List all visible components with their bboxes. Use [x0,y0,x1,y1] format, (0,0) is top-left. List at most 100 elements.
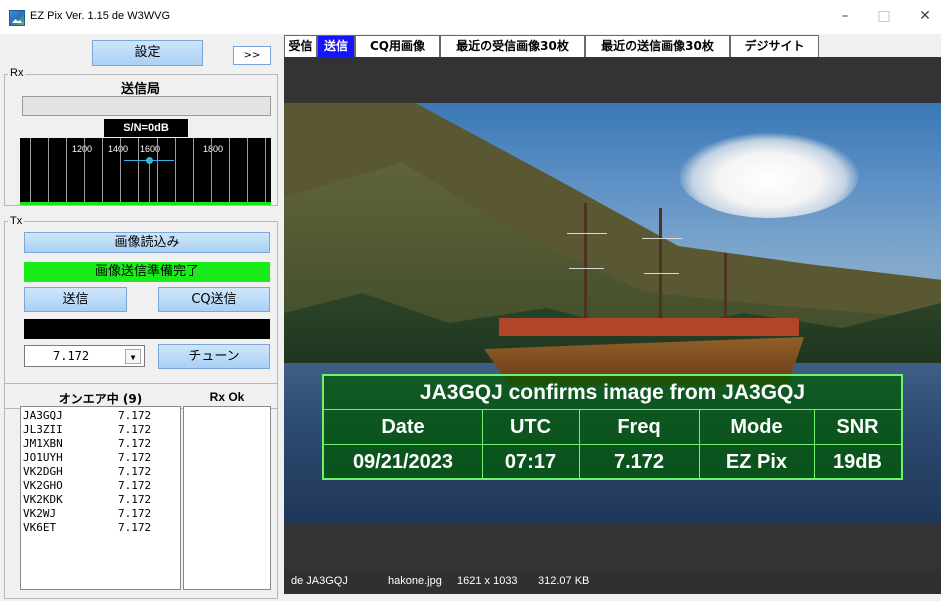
photo-cloud [679,133,859,218]
qsl-header-snr: SNR [836,416,879,438]
cq-send-button[interactable]: CQ送信 [158,287,270,312]
list-item[interactable]: VK2GHO 7.172 [23,479,173,493]
ship-yard [644,273,679,274]
list-item[interactable]: VK2KDK 7.172 [23,493,173,507]
station-frequency: 7.172 [118,409,152,422]
frequency-select[interactable]: 7.172 ▼ [24,345,145,367]
spectrum-gridline [211,138,212,204]
spectrum-gridline [120,138,121,204]
spectrum-marker-dot[interactable] [146,157,153,164]
station-callsign: JO1UYH [23,451,63,464]
ship-deck [499,318,799,336]
qsl-header-date: Date [381,416,425,438]
ship-yard [567,233,607,234]
spectrum-center-marker [149,160,150,204]
close-button[interactable]: ✕ [912,6,938,26]
qsl-header-freq: Freq [617,416,661,438]
expand-button[interactable]: >> [233,46,271,65]
left-panel: 設定 >> Rx 送信局 S/N=0dB 1200 1400 1600 1800 [0,34,281,601]
spectrum-gridline [157,138,158,204]
list-item[interactable]: VK2WJ 7.172 [23,507,173,521]
tab-recent-sent[interactable]: 最近の送信画像30枚 [585,35,730,57]
spectrum-tick-label: 1400 [108,144,129,154]
spectrum-gridline [193,138,194,204]
station-callsign: VK2KDK [23,493,63,506]
spectrum-gridline [229,138,230,204]
qsl-value-freq: 7.172 [613,451,665,473]
spectrum-gridline [247,138,248,204]
station-callsign: VK2WJ [23,507,57,520]
station-callsign: JA3GQJ [23,409,63,422]
qsl-title: JA3GQJ confirms image from JA3GQJ [419,381,806,404]
list-item[interactable]: VK2DGH 7.172 [23,465,173,479]
settings-button[interactable]: 設定 [92,40,203,66]
maximize-button[interactable]: □ [871,6,897,26]
station-frequency: 7.172 [118,479,152,492]
spectrum-gridline [265,138,266,204]
tx-progress-bar [24,319,270,339]
station-callsign: JL3ZII [23,423,63,436]
load-image-button[interactable]: 画像読込み [24,232,270,253]
spectrum-gridline [138,138,139,204]
status-callsign: de JA3GQJ [291,575,348,587]
status-filename: hakone.jpg [388,575,442,587]
list-item[interactable]: JA3GQJ 7.172 [23,409,173,423]
tab-digisite[interactable]: デジサイト [730,35,819,57]
qsl-value-date: 09/21/2023 [352,451,454,473]
spectrum-gridline [48,138,49,204]
station-frequency: 7.172 [118,465,152,478]
station-callsign: VK2GHO [23,479,63,492]
station-frequency: 7.172 [118,521,152,534]
minimize-button[interactable]: – [832,6,858,26]
status-dimensions: 1621 x 1033 [457,575,518,587]
onair-list[interactable]: JA3GQJ 7.172 JL3ZII 7.172 JM1XBN 7.172 JO1U… [20,406,181,590]
list-item[interactable]: VK6ET 7.172 [23,521,173,535]
station-frequency: 7.172 [118,437,152,450]
window-title: EZ Pix Ver. 1.15 de W3WVG [30,10,170,22]
ship-mast [584,203,587,328]
spectrum-baseline [20,202,271,205]
spectrum-gridline [30,138,31,204]
app-window: EZ Pix Ver. 1.15 de W3WVG – □ ✕ 設定 >> Rx… [0,0,941,601]
spectrum-gridline [175,138,176,204]
rxok-header: Rx Ok [209,390,245,404]
station-frequency: 7.172 [118,493,152,506]
qsl-value-mode: EZ Pix [725,451,788,473]
list-item[interactable]: JO1UYH 7.172 [23,451,173,465]
chevron-down-icon[interactable]: ▼ [125,349,141,364]
status-filesize: 312.07 KB [538,575,590,587]
list-item[interactable]: JM1XBN 7.172 [23,437,173,451]
image-viewer: JA3GQJ confirms image from JA3GQJ Date U… [284,57,941,570]
onair-header: オンエア中 (9) [58,392,143,406]
list-item[interactable]: JL3ZII 7.172 [23,423,173,437]
sn-readout: S/N=0dB [104,119,188,137]
status-bar: de JA3GQJ hakone.jpg 1621 x 1033 312.07 … [284,570,941,594]
tab-send[interactable]: 送信 [317,35,355,57]
qsl-header-utc: UTC [509,416,552,438]
title-bar: EZ Pix Ver. 1.15 de W3WVG – □ ✕ [0,0,941,34]
station-frequency: 7.172 [118,507,152,520]
spectrum-display[interactable]: 1200 1400 1600 1800 [20,138,271,204]
station-field [22,96,271,116]
app-icon [9,10,25,26]
ship-mast [724,253,727,325]
ship-yard [642,238,682,239]
ship-mast [659,208,662,326]
station-callsign: JM1XBN [23,437,63,450]
rxok-list[interactable] [183,406,271,590]
tab-cq-image[interactable]: CQ用画像 [355,35,440,57]
tx-status: 画像送信準備完了 [24,262,270,282]
tab-receive[interactable]: 受信 [284,35,317,57]
send-button[interactable]: 送信 [24,287,127,312]
spectrum-gridline [66,138,67,204]
tab-recent-received[interactable]: 最近の受信画像30枚 [440,35,585,57]
station-callsign: VK2DGH [23,465,63,478]
qsl-value-utc: 07:17 [504,451,557,473]
spectrum-tick-label: 1800 [203,144,224,154]
tune-button[interactable]: チューン [158,344,270,369]
qsl-overlay: JA3GQJ confirms image from JA3GQJ Date U… [322,374,903,480]
tx-group-label: Tx [8,215,25,227]
station-header: 送信局 [120,82,160,97]
spectrum-tick-label: 1200 [72,144,93,154]
ship-yard [569,268,604,269]
